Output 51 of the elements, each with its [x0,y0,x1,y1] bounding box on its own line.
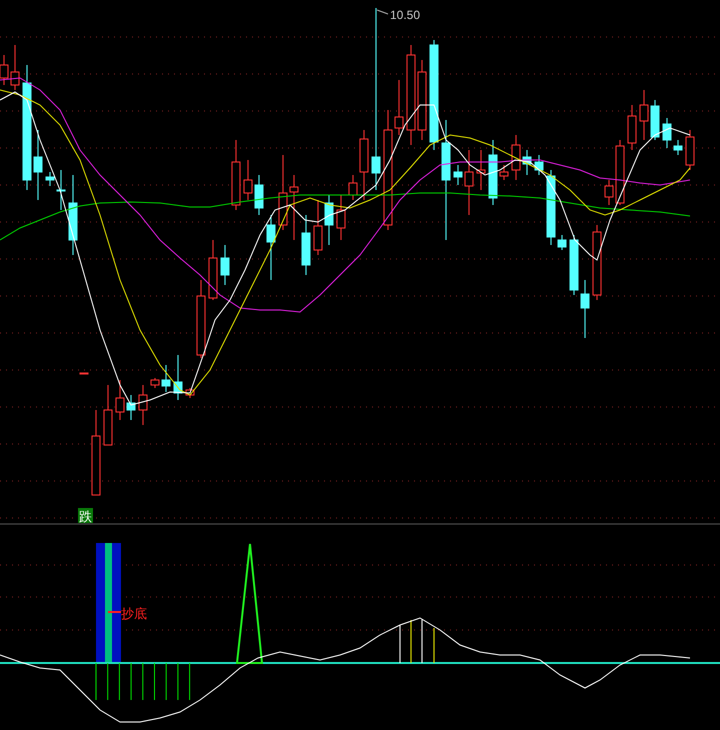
candlestick [104,384,112,446]
candlestick [454,164,462,186]
candlestick [580,280,590,338]
candlestick [360,130,368,200]
candlestick [640,90,648,140]
candlestick [686,130,694,170]
candlestick [488,140,498,206]
candlestick [302,214,310,276]
candlestick [56,170,66,210]
candlestick [290,174,298,240]
candlestick [232,140,240,210]
candlestick [244,160,252,200]
candlestick [80,372,88,374]
candlestick [604,180,614,206]
candlestick [476,150,486,190]
high-price-label: 10.50 [390,8,420,22]
candlestick [616,140,624,206]
signal-marker: 跌 [78,508,93,525]
candlestick [512,134,520,180]
candlestick [650,100,660,140]
candlestick [116,380,124,420]
candlestick [570,234,578,296]
candlestick [314,200,322,256]
candlestick [254,174,264,216]
candlestick [674,140,682,156]
buy-signal-label: 抄底 [121,607,147,622]
candlestick [174,354,182,400]
candlestick [500,164,508,180]
candlestick [464,150,474,216]
candlestick [126,394,136,420]
candlestick [348,174,358,200]
candlestick [150,378,160,388]
candlestick [522,150,532,176]
candlestick [138,384,148,426]
indicator-bars-drawing [400,618,434,664]
candlestick [162,364,170,392]
candlestick [34,130,42,200]
candlestick [628,104,636,150]
candlestick [534,154,544,176]
candlestick [10,44,20,90]
candlestick [220,244,230,286]
candlestick [266,214,276,280]
candlestick [324,194,334,246]
candlestick [662,118,672,148]
candlestick [208,240,218,300]
candlestick [336,194,346,240]
candlestick [46,172,54,186]
candlestick [558,234,566,250]
candlestick [394,80,404,136]
candlestick [186,388,194,398]
leader-line [376,10,388,14]
